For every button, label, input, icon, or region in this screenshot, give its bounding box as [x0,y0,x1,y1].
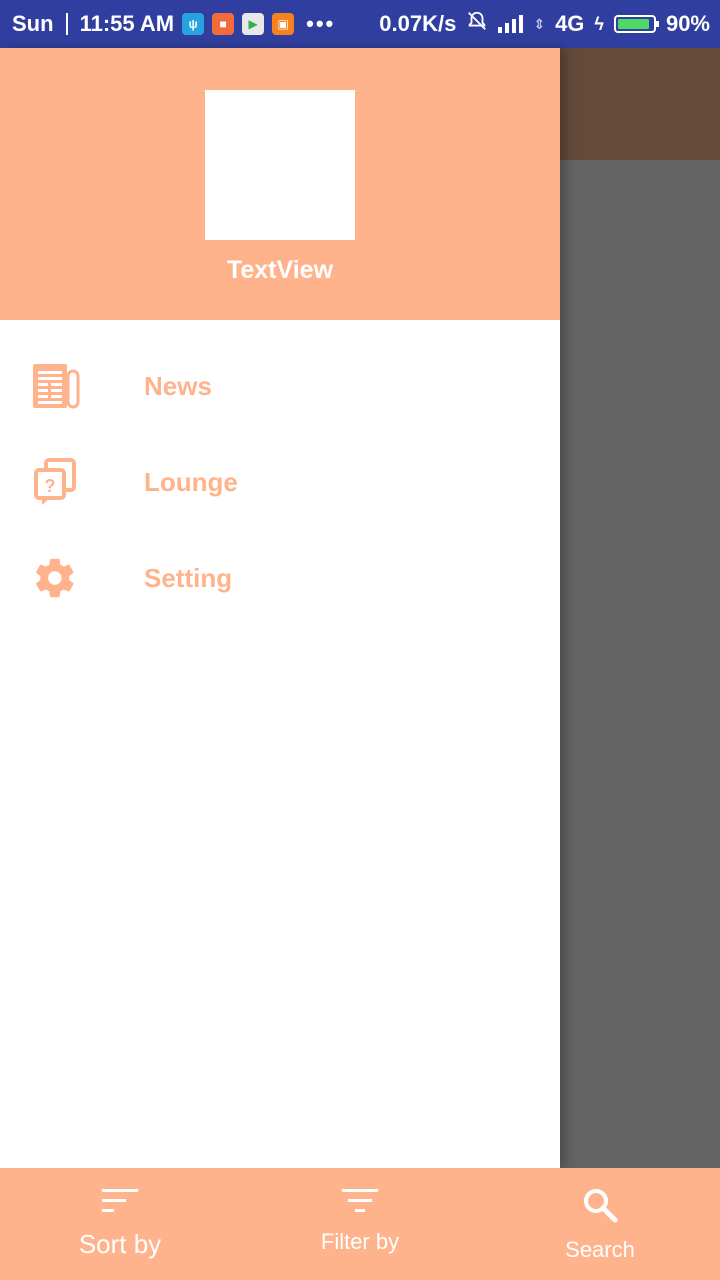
drawer-item-news[interactable]: News [0,338,560,434]
sort-icon [100,1186,140,1221]
drawer-item-setting[interactable]: Setting [0,530,560,626]
signal-icon [498,15,524,33]
bottom-nav-label: Sort by [78,1229,162,1259]
search-icon [581,1186,619,1229]
bottom-nav-label: Filter by [320,1229,400,1254]
charging-icon: ϟ [594,13,604,34]
status-bar: Sun 11:55 AM ψ ■ ▶ ▣ ••• 0.07K/s ⇕ 4G ϟ … [0,0,720,48]
navigation-drawer: TextView News ? Lounge Setting [0,48,560,1168]
bottom-nav-label: Search [565,1237,635,1262]
shopping-icon: ▣ [272,13,295,35]
status-day: Sun [12,11,54,36]
svg-text:?: ? [45,476,56,496]
mute-bell-icon [466,10,488,38]
mi-icon: ■ [212,13,235,35]
avatar [205,90,355,240]
usb-icon: ψ [182,13,205,35]
more-notifications-icon: ••• [306,11,336,36]
filter-by-button[interactable]: Filter by [240,1168,480,1280]
play-store-icon: ▶ [242,13,265,35]
search-button[interactable]: Search [480,1168,720,1280]
lounge-chat-icon: ? [0,458,144,506]
network-type: 4G [555,11,585,36]
battery-percent: 90% [665,11,710,36]
drawer-header-title: TextView [226,256,334,284]
status-time: 11:55 AM [79,11,175,36]
network-speed: 0.07K/s [379,11,457,36]
sort-by-button[interactable]: Sort by [0,1168,240,1280]
drawer-item-label: News [144,370,212,401]
drawer-item-lounge[interactable]: ? Lounge [0,434,560,530]
status-separator [65,13,68,35]
gear-icon [0,555,144,601]
battery-icon [613,15,659,33]
data-arrows-icon: ⇕ [533,15,546,32]
drawer-menu: News ? Lounge Setting [0,320,560,626]
bottom-navigation: Sort by Filter by Search [0,1168,720,1280]
drawer-header: TextView [0,48,560,320]
filter-icon [340,1186,380,1221]
drawer-item-label: Lounge [144,466,238,497]
drawer-item-label: Setting [144,562,233,593]
drawer-scrim[interactable] [560,160,720,1168]
app-toolbar-dimmed [560,48,720,160]
newspaper-icon [0,363,144,409]
